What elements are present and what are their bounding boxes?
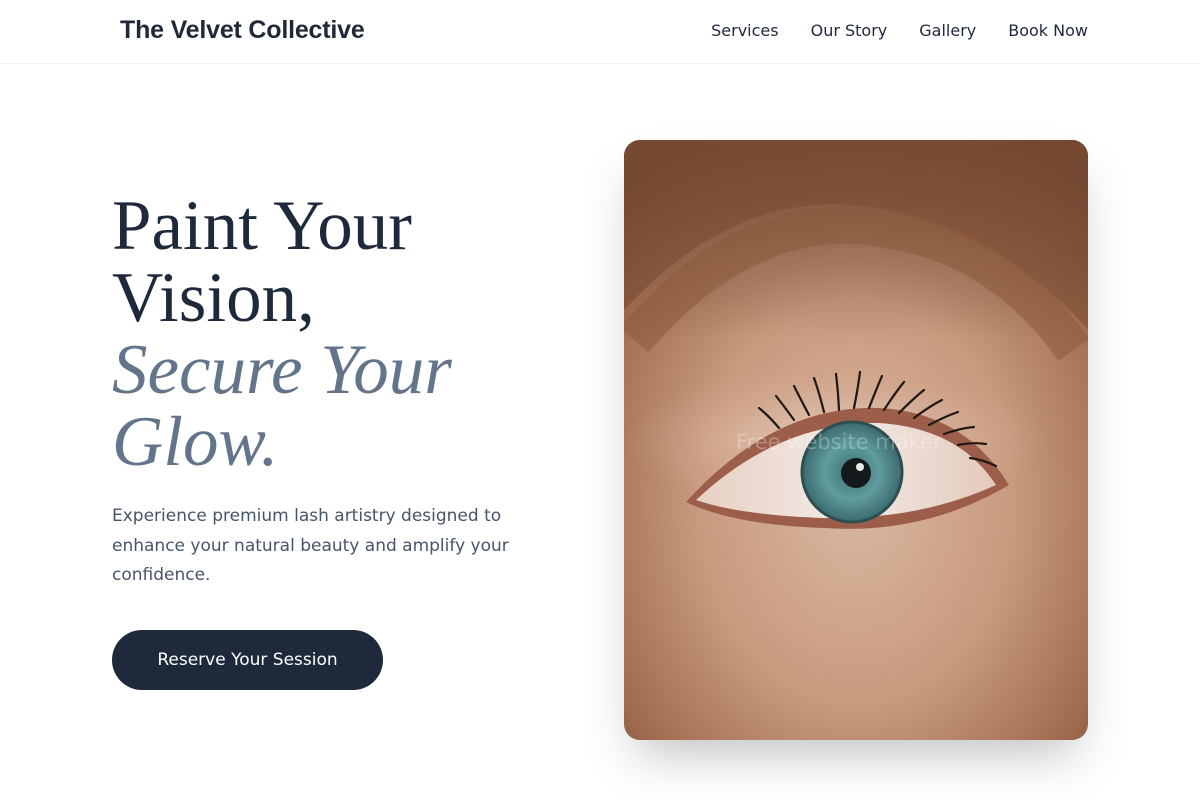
nav-link-services[interactable]: Services xyxy=(711,21,778,40)
hero-eye-image: Free website maker xyxy=(624,140,1088,740)
brand-logo-text[interactable]: The Velvet Collective xyxy=(120,16,365,45)
eye-photo-illustration: Free website maker xyxy=(624,140,1088,740)
hero-headline: Paint Your Vision, Secure Your Glow. xyxy=(112,190,582,478)
reserve-session-button[interactable]: Reserve Your Session xyxy=(112,630,383,690)
hero-subtext: Experience premium lash artistry designe… xyxy=(112,506,509,585)
site-header: The Velvet Collective Services Our Story… xyxy=(0,0,1200,64)
nav-link-book-now[interactable]: Book Now xyxy=(1008,21,1088,40)
nav-link-our-story[interactable]: Our Story xyxy=(811,21,888,40)
headline-accent-line-1: Secure Your xyxy=(112,331,452,409)
headline-accent-line-2: Glow. xyxy=(112,403,279,481)
nav-link-gallery[interactable]: Gallery xyxy=(919,21,976,40)
headline-line-2: Vision, xyxy=(112,259,315,337)
main-nav: Services Our Story Gallery Book Now xyxy=(711,21,1088,40)
image-watermark: Free website maker xyxy=(736,430,942,454)
headline-line-1: Paint Your xyxy=(112,187,412,265)
